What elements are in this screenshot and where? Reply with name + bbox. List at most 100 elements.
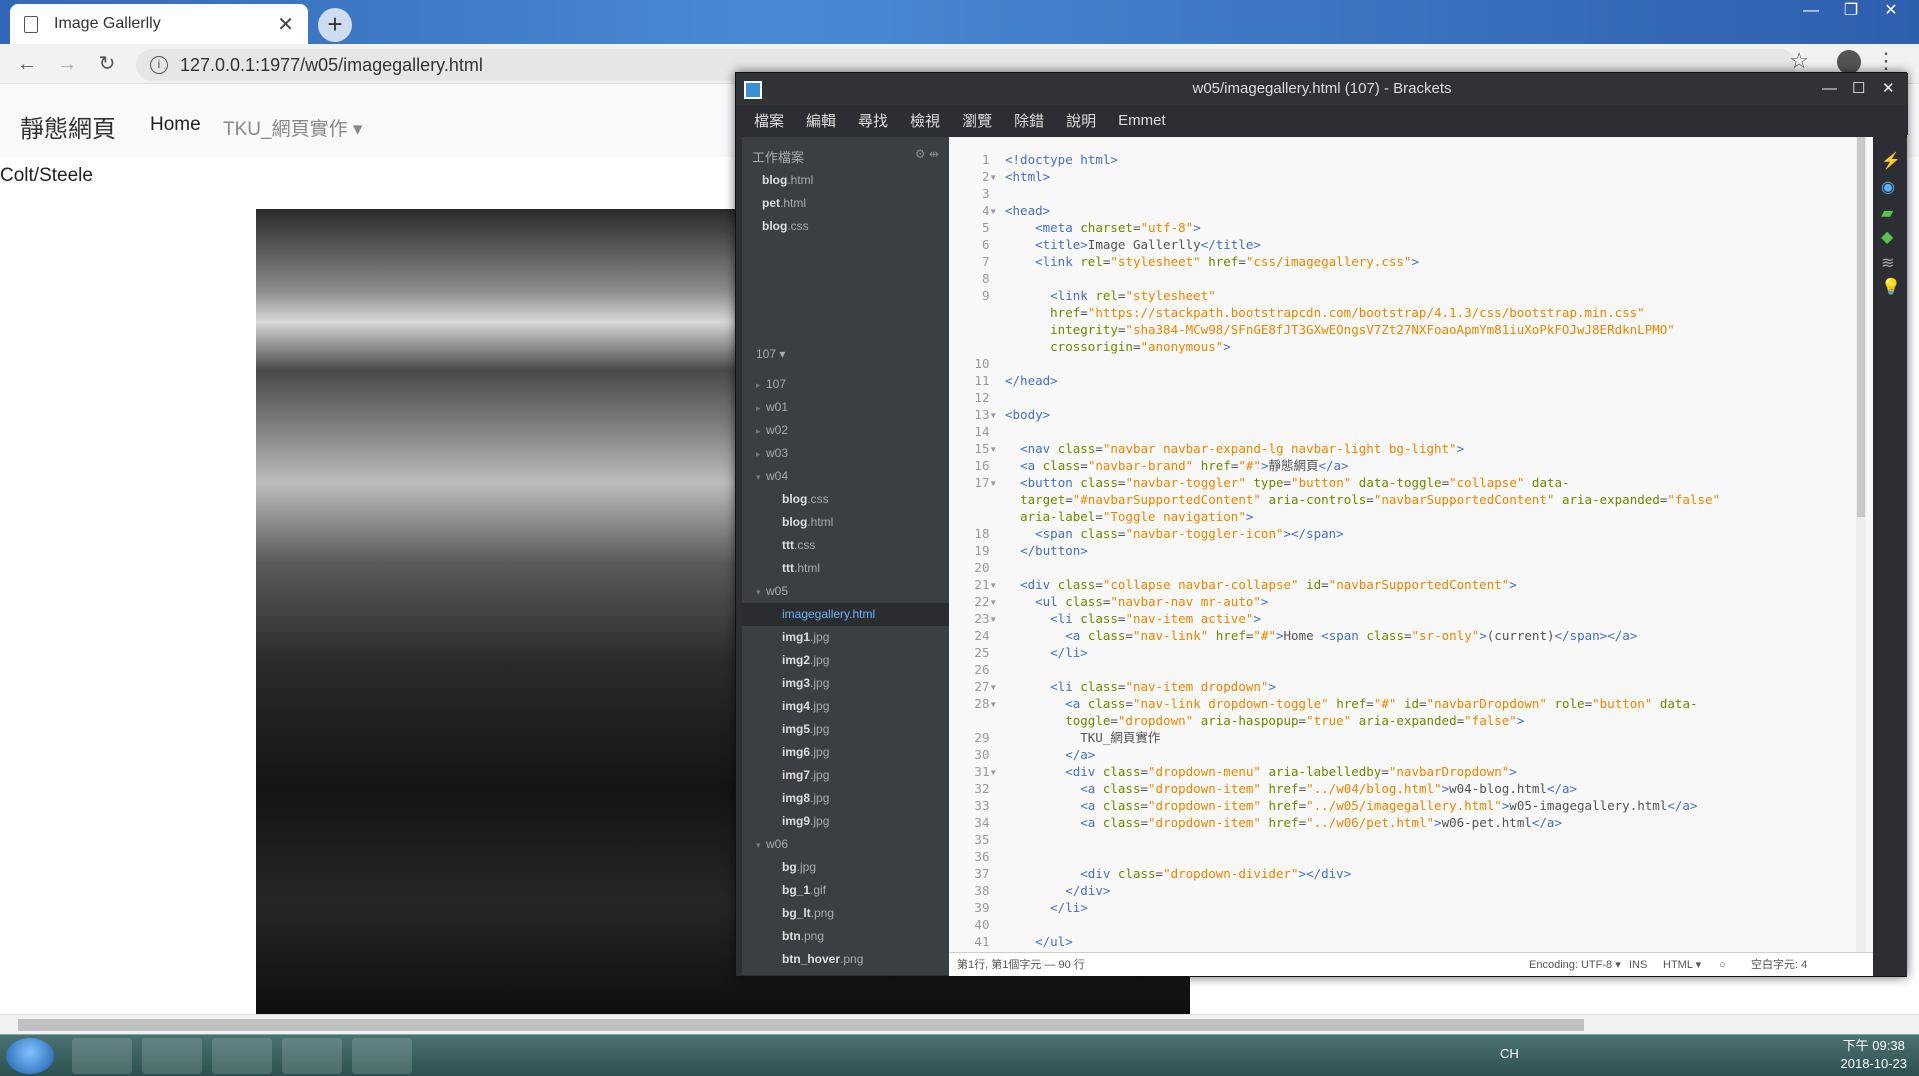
nav-home-link[interactable]: Home bbox=[150, 114, 201, 136]
language-indicator[interactable]: CH bbox=[1500, 1046, 1519, 1061]
encoding-select[interactable]: Encoding: UTF-8 ▾ bbox=[1529, 953, 1621, 977]
tree-file-selected[interactable]: imagegallery.html bbox=[742, 603, 949, 626]
right-toolbar: ⚡ ◉ ▰ ◆ ≋ 💡 bbox=[1873, 137, 1907, 976]
brk-minimize-button[interactable]: — bbox=[1822, 73, 1837, 105]
tree-file[interactable]: btn_hover.png bbox=[742, 948, 949, 971]
menu-icon[interactable]: ⋮ bbox=[1875, 48, 1897, 74]
restore-button[interactable]: ❐ bbox=[1834, 0, 1868, 24]
tab-title: Image Gallerlly bbox=[54, 15, 161, 32]
working-file[interactable]: blog.html bbox=[762, 169, 813, 192]
ie-icon[interactable] bbox=[72, 1038, 132, 1074]
tab-strip: Image Gallerlly ✕ + — ❐ ✕ bbox=[0, 0, 1919, 44]
menu-navigate[interactable]: 瀏覽 bbox=[962, 110, 992, 131]
tree-file[interactable]: bg_lt.png bbox=[742, 902, 949, 925]
reload-icon[interactable]: ↻ bbox=[92, 50, 122, 78]
nav-dropdown[interactable]: TKU_網頁實作 ▾ bbox=[223, 114, 362, 141]
clock[interactable]: 下午 09:38 2018-10-23 bbox=[1841, 1037, 1908, 1073]
code-editor[interactable]: 1 2▾ 3 4▾ 5 6 7 8 9 10 11 12 13▾ 14 15▾ 16 1… bbox=[949, 137, 1873, 952]
tree-folder[interactable]: ▸ w01 bbox=[742, 396, 949, 419]
close-tab-icon[interactable]: ✕ bbox=[277, 12, 294, 37]
working-file[interactable]: pet.html bbox=[762, 192, 813, 215]
brackets-titlebar: w05/imagegallery.html (107) - Brackets —… bbox=[736, 73, 1908, 105]
tree-file[interactable]: blog.html bbox=[742, 511, 949, 534]
close-window-button[interactable]: ✕ bbox=[1874, 0, 1908, 24]
navbar-brand[interactable]: 靜態網頁 bbox=[20, 109, 116, 144]
tree-file[interactable]: bg_1.gif bbox=[742, 879, 949, 902]
project-selector[interactable]: 107 ▾ bbox=[756, 347, 785, 361]
tree-file[interactable]: img7.jpg bbox=[742, 764, 949, 787]
code-content: <!doctype html> <html> <head> <meta char… bbox=[1005, 152, 1721, 949]
tree-file[interactable]: blog.css bbox=[742, 488, 949, 511]
menu-find[interactable]: 尋找 bbox=[858, 110, 888, 131]
tree-file[interactable]: btn.png bbox=[742, 925, 949, 948]
editor-scroll-thumb[interactable] bbox=[1857, 137, 1865, 517]
menu-view[interactable]: 檢視 bbox=[910, 110, 940, 131]
editor-scrollbar[interactable] bbox=[1856, 137, 1866, 952]
menu-file[interactable]: 檔案 bbox=[754, 110, 784, 131]
scrollbar-thumb[interactable] bbox=[18, 1019, 1584, 1031]
back-icon[interactable]: ← bbox=[12, 50, 42, 78]
brk-maximize-button[interactable]: ☐ bbox=[1852, 73, 1865, 105]
tree-file[interactable]: bg.jpg bbox=[742, 856, 949, 879]
menu-edit[interactable]: 編輯 bbox=[806, 110, 836, 131]
menu-emmet[interactable]: Emmet bbox=[1118, 112, 1166, 129]
tree-folder[interactable]: ▾ w04 bbox=[742, 465, 949, 488]
tree-file[interactable]: ttt.css bbox=[742, 534, 949, 557]
browser-tab[interactable]: Image Gallerlly ✕ bbox=[10, 4, 308, 44]
tree-file[interactable]: img8.jpg bbox=[742, 787, 949, 810]
sidebar: 工作檔案 ⚙ ⇹ blog.html pet.html blog.css 107… bbox=[742, 137, 949, 975]
git-icon[interactable]: ◆ bbox=[1881, 227, 1899, 246]
status-bar: 第1行, 第1個字元 — 90 行 Encoding: UTF-8 ▾ INS … bbox=[949, 952, 1873, 976]
menu-help[interactable]: 說明 bbox=[1066, 110, 1096, 131]
live-preview-icon[interactable]: ⚡ bbox=[1881, 151, 1901, 170]
tree-file[interactable]: butterfly.mp4 bbox=[742, 971, 949, 975]
bookmark-star-icon[interactable]: ☆ bbox=[1789, 48, 1809, 74]
tree-file[interactable]: img6.jpg bbox=[742, 741, 949, 764]
brackets-title: w05/imagegallery.html (107) - Brackets bbox=[1192, 80, 1452, 97]
language-select[interactable]: HTML ▾ bbox=[1663, 953, 1701, 977]
tree-file[interactable]: img3.jpg bbox=[742, 672, 949, 695]
linter-icon[interactable]: ○ bbox=[1719, 953, 1726, 977]
clock-date: 2018-10-23 bbox=[1840, 1056, 1908, 1071]
tree-folder[interactable]: ▸ 107 bbox=[742, 373, 949, 396]
ins-indicator[interactable]: INS bbox=[1629, 953, 1647, 977]
horizontal-scrollbar[interactable] bbox=[0, 1014, 1919, 1034]
page-icon bbox=[24, 15, 38, 33]
tree-folder[interactable]: ▸ w02 bbox=[742, 419, 949, 442]
info-icon[interactable]: i bbox=[150, 56, 168, 74]
url-text: 127.0.0.1:1977/w05/imagegallery.html bbox=[180, 54, 483, 75]
brackets-icon[interactable] bbox=[282, 1038, 342, 1074]
layers-icon[interactable]: ≋ bbox=[1881, 253, 1899, 272]
menu-debug[interactable]: 除錯 bbox=[1014, 110, 1044, 131]
tree-file[interactable]: img4.jpg bbox=[742, 695, 949, 718]
project-panel: 107 ▾ ▸ 107 ▸ w01 ▸ w02 ▸ w03 ▾ w04 blog.css … bbox=[742, 337, 949, 975]
tree-file[interactable]: img9.jpg bbox=[742, 810, 949, 833]
forward-icon[interactable]: → bbox=[52, 50, 82, 78]
eye-icon[interactable]: ◉ bbox=[1881, 177, 1899, 196]
gear-icon[interactable]: ⚙ ⇹ bbox=[915, 147, 939, 161]
nav-dropdown-label: TKU_網頁實作 bbox=[223, 119, 348, 140]
extension-icon[interactable]: ▰ bbox=[1881, 203, 1899, 222]
minimize-button[interactable]: — bbox=[1794, 0, 1828, 24]
profile-icon[interactable] bbox=[1837, 50, 1861, 74]
tree-folder[interactable]: ▸ w03 bbox=[742, 442, 949, 465]
tree-file[interactable]: img2.jpg bbox=[742, 649, 949, 672]
working-file[interactable]: blog.css bbox=[762, 215, 813, 238]
line-numbers: 1 2▾ 3 4▾ 5 6 7 8 9 10 11 12 13▾ 14 15▾ 16 1… bbox=[974, 152, 997, 949]
start-button[interactable] bbox=[6, 1038, 54, 1074]
tree-folder[interactable]: ▾ w05 bbox=[742, 580, 949, 603]
brk-close-button[interactable]: ✕ bbox=[1882, 73, 1895, 105]
new-tab-button[interactable]: + bbox=[318, 8, 352, 42]
caret-down-icon: ▾ bbox=[352, 119, 363, 140]
photo-caption: Colt/Steele bbox=[0, 165, 93, 186]
tree-file[interactable]: ttt.html bbox=[742, 557, 949, 580]
chrome-icon[interactable] bbox=[212, 1038, 272, 1074]
lightbulb-icon[interactable]: 💡 bbox=[1881, 277, 1901, 296]
tree-folder[interactable]: ▾ w06 bbox=[742, 833, 949, 856]
explorer-icon[interactable] bbox=[142, 1038, 202, 1074]
indent-setting[interactable]: 空白字元: 4 bbox=[1751, 953, 1807, 977]
brackets-menubar: 檔案 編輯 尋找 檢視 瀏覽 除錯 說明 Emmet bbox=[736, 105, 1908, 135]
tree-file[interactable]: img5.jpg bbox=[742, 718, 949, 741]
tree-file[interactable]: img1.jpg bbox=[742, 626, 949, 649]
chrome-icon[interactable] bbox=[352, 1038, 412, 1074]
